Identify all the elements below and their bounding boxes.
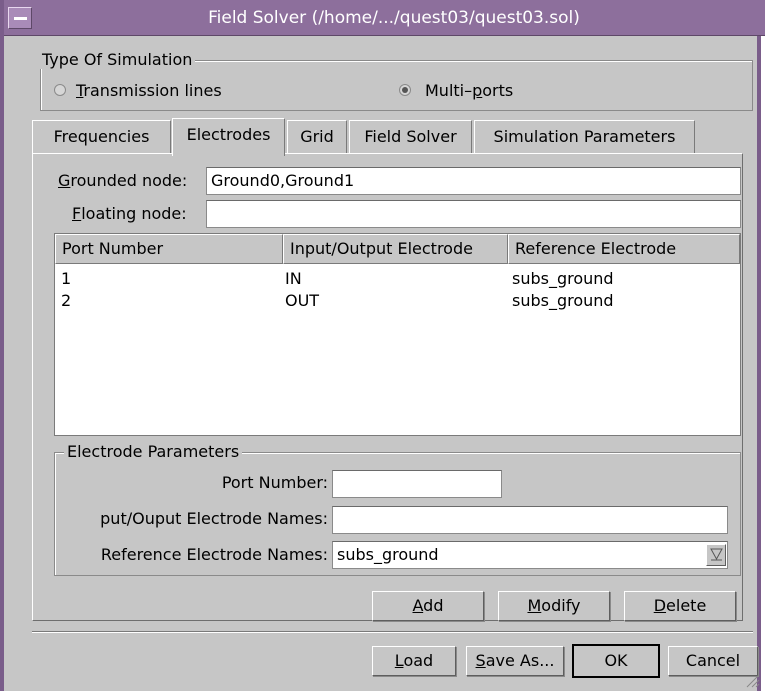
reference-electrode-value: subs_ground bbox=[337, 545, 439, 564]
cell-port: 2 bbox=[61, 291, 72, 310]
title-bar[interactable]: Field Solver (/home/.../quest03/quest03.… bbox=[4, 0, 765, 36]
reference-electrode-names-label: Reference Electrode Names: bbox=[100, 545, 328, 564]
tab-field-solver[interactable]: Field Solver bbox=[349, 120, 472, 154]
separator bbox=[32, 631, 753, 633]
resize-grip-icon[interactable] bbox=[744, 672, 760, 688]
port-number-input[interactable] bbox=[332, 470, 502, 498]
floating-node-input[interactable] bbox=[206, 200, 741, 228]
radio-label: Multi–ports bbox=[425, 81, 514, 100]
cell-port: 1 bbox=[61, 269, 72, 288]
chevron-down-icon bbox=[710, 548, 723, 561]
add-button[interactable]: Add bbox=[372, 591, 484, 621]
column-header-reference-electrode[interactable]: Reference Electrode bbox=[508, 234, 740, 264]
radio-icon bbox=[54, 84, 66, 96]
cell-reference-electrode: subs_ground bbox=[512, 291, 614, 310]
electrode-parameters-label: Electrode Parameters bbox=[64, 443, 243, 461]
table-row[interactable]: 1 IN subs_ground bbox=[55, 268, 740, 290]
load-button[interactable]: Load bbox=[372, 646, 456, 676]
tab-simulation-parameters[interactable]: Simulation Parameters bbox=[474, 120, 695, 154]
radio-transmission-lines[interactable]: Transmission lines bbox=[54, 80, 294, 102]
column-header-port-number[interactable]: Port Number bbox=[55, 234, 283, 264]
table-row[interactable]: 2 OUT subs_ground bbox=[55, 290, 740, 312]
ports-table[interactable]: Port Number Input/Output Electrode Refer… bbox=[54, 233, 741, 436]
save-as-button[interactable]: Save As... bbox=[466, 646, 564, 676]
dropdown-button[interactable] bbox=[706, 544, 726, 566]
cell-io-electrode: IN bbox=[285, 269, 302, 288]
radio-multi-ports[interactable]: Multi–ports bbox=[399, 80, 599, 102]
delete-button[interactable]: Delete bbox=[624, 591, 736, 621]
tab-grid[interactable]: Grid bbox=[287, 120, 347, 154]
radio-selected-icon bbox=[399, 84, 411, 96]
floating-node-label: Floating node: bbox=[72, 204, 187, 223]
tab-frequencies[interactable]: Frequencies bbox=[32, 120, 171, 154]
modify-button[interactable]: Modify bbox=[498, 591, 610, 621]
window-menu-button[interactable] bbox=[8, 7, 32, 29]
io-electrode-names-label: put/Ouput Electrode Names: bbox=[100, 509, 328, 528]
radio-label: Transmission lines bbox=[76, 81, 222, 100]
cell-reference-electrode: subs_ground bbox=[512, 269, 614, 288]
port-number-label: Port Number: bbox=[221, 473, 328, 492]
reference-electrode-names-combo[interactable]: subs_ground bbox=[332, 541, 728, 569]
grounded-node-input[interactable]: Ground0,Ground1 bbox=[206, 167, 741, 195]
tab-electrodes[interactable]: Electrodes bbox=[172, 118, 285, 156]
window-title: Field Solver (/home/.../quest03/quest03.… bbox=[208, 8, 580, 28]
grounded-node-label: Grounded node: bbox=[58, 171, 188, 190]
ok-button[interactable]: OK bbox=[572, 644, 660, 678]
column-header-io-electrode[interactable]: Input/Output Electrode bbox=[283, 234, 508, 264]
io-electrode-names-input[interactable] bbox=[332, 506, 728, 534]
cell-io-electrode: OUT bbox=[285, 291, 320, 310]
minus-icon bbox=[14, 17, 27, 20]
field-solver-window: Field Solver (/home/.../quest03/quest03.… bbox=[0, 0, 765, 691]
simulation-type-label: Type Of Simulation bbox=[39, 51, 196, 69]
